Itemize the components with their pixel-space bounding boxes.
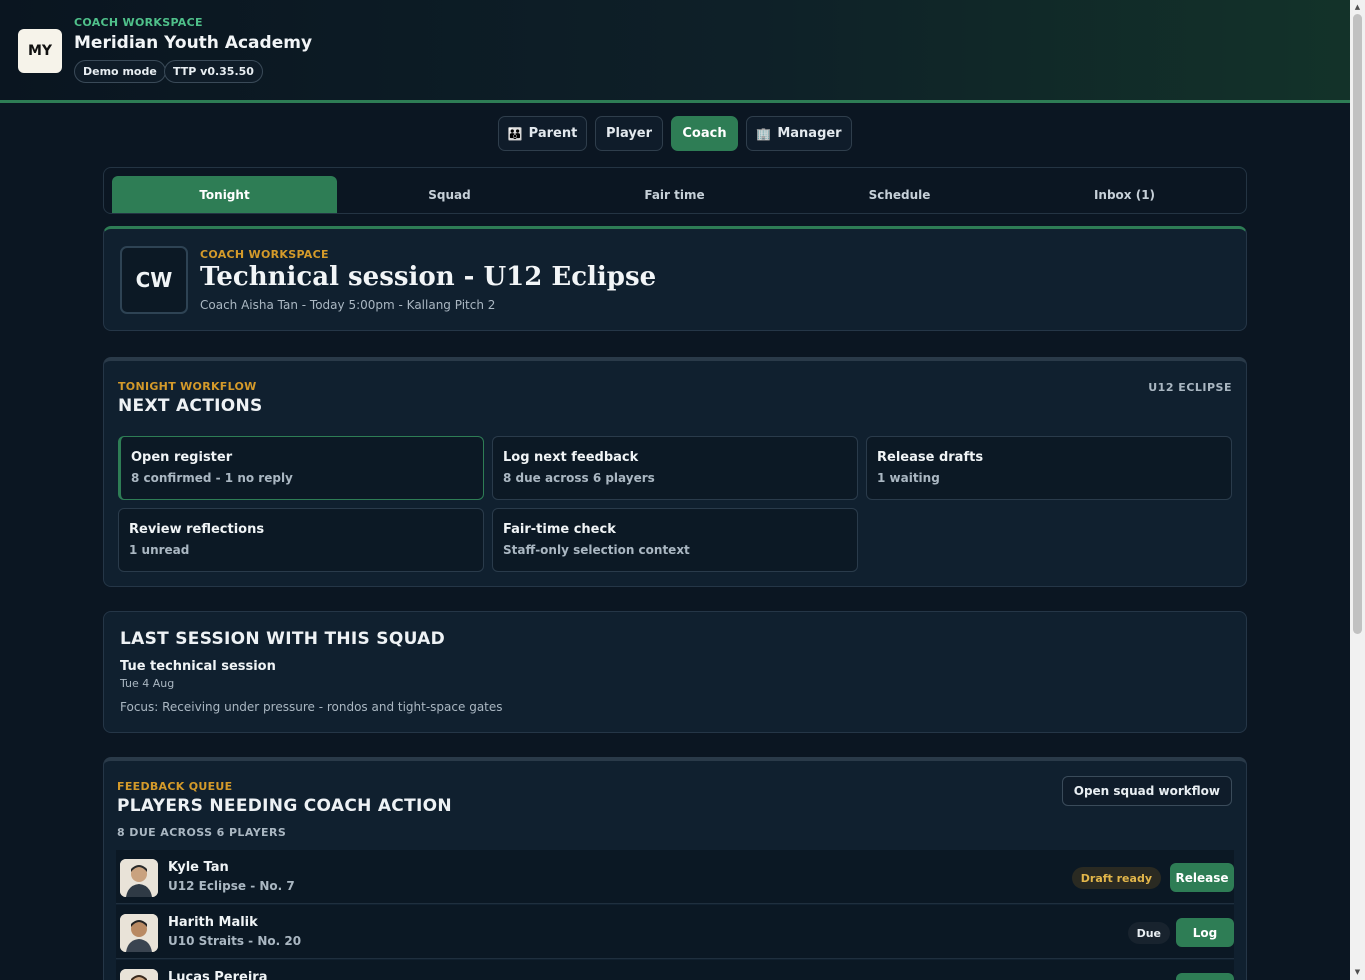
session-meta: Coach Aisha Tan - Today 5:00pm - Kallang… [200, 298, 496, 312]
player-avatar [120, 969, 158, 980]
academy-logo: MY [18, 29, 62, 73]
version-pill: TTP v0.35.50 [164, 60, 263, 83]
scrollbar-thumb[interactable] [1353, 14, 1362, 634]
log-button[interactable]: Log [1176, 918, 1234, 947]
player-team: U12 Eclipse - No. 7 [168, 879, 295, 893]
tab-schedule[interactable]: Schedule [787, 176, 1012, 213]
workflow-card: TONIGHT WORKFLOW NEXT ACTIONS U12 ECLIPS… [103, 357, 1247, 587]
player-name: Lucas Pereira [168, 970, 268, 980]
family-icon: 👪 [507, 126, 523, 141]
last-session-title: LAST SESSION WITH THIS SQUAD [120, 629, 446, 649]
release-button[interactable]: Release [1170, 863, 1234, 892]
action-review-reflections[interactable]: Review reflections 1 unread [118, 508, 484, 572]
tab-tonight[interactable]: Tonight [112, 176, 337, 213]
open-squad-workflow-button[interactable]: Open squad workflow [1061, 776, 1232, 806]
action-release-drafts[interactable]: Release drafts 1 waiting [866, 436, 1232, 500]
page-scrollbar[interactable]: ▲ ▼ [1350, 0, 1365, 980]
workspace-label: COACH WORKSPACE [74, 16, 203, 29]
building-icon: 🏢 [756, 126, 772, 141]
session-card: CW COACH WORKSPACE Technical session - U… [103, 226, 1247, 331]
feedback-summary: 8 DUE ACROSS 6 PLAYERS [117, 826, 287, 839]
tab-inbox[interactable]: Inbox (1) [1012, 176, 1237, 213]
session-title: Technical session - U12 Eclipse [200, 262, 657, 292]
feedback-title: PLAYERS NEEDING COACH ACTION [117, 796, 452, 816]
player-row[interactable]: Harith Malik U10 Straits - No. 20 Due Lo… [116, 905, 1234, 959]
feedback-eyebrow: FEEDBACK QUEUE [117, 780, 233, 793]
player-avatar [120, 914, 158, 952]
status-badge: Draft ready [1071, 867, 1161, 889]
feedback-queue-card: FEEDBACK QUEUE PLAYERS NEEDING COACH ACT… [103, 757, 1247, 980]
action-log-feedback[interactable]: Log next feedback 8 due across 6 players [492, 436, 858, 500]
player-name: Kyle Tan [168, 860, 229, 875]
scroll-down-icon[interactable]: ▼ [1353, 968, 1362, 977]
workflow-title: NEXT ACTIONS [118, 396, 263, 416]
player-row[interactable]: Kyle Tan U12 Eclipse - No. 7 Draft ready… [116, 850, 1234, 904]
player-row[interactable]: Lucas Pereira [116, 960, 1234, 980]
last-session-date: Tue 4 Aug [120, 677, 175, 690]
role-parent-button[interactable]: 👪 Parent [498, 116, 587, 151]
role-player-button[interactable]: Player [595, 116, 663, 151]
last-session-card: LAST SESSION WITH THIS SQUAD Tue technic… [103, 611, 1247, 733]
coach-workspace-badge: CW [120, 246, 188, 314]
player-team: U10 Straits - No. 20 [168, 934, 302, 948]
tab-fair-time[interactable]: Fair time [562, 176, 787, 213]
last-session-name: Tue technical session [120, 659, 276, 674]
workflow-eyebrow: TONIGHT WORKFLOW [118, 380, 257, 393]
scroll-up-icon[interactable]: ▲ [1353, 3, 1362, 12]
player-name: Harith Malik [168, 915, 258, 930]
log-button[interactable] [1176, 973, 1234, 980]
player-avatar [120, 859, 158, 897]
last-session-focus: Focus: Receiving under pressure - rondos… [120, 700, 503, 714]
academy-name: Meridian Youth Academy [74, 33, 313, 53]
demo-mode-pill: Demo mode [74, 60, 166, 83]
action-open-register[interactable]: Open register 8 confirmed - 1 no reply [118, 436, 484, 500]
role-coach-button[interactable]: Coach [671, 116, 738, 151]
status-badge: Due [1127, 922, 1170, 944]
role-manager-button[interactable]: 🏢 Manager [746, 116, 852, 151]
session-eyebrow: COACH WORKSPACE [200, 248, 329, 261]
action-fair-time-check[interactable]: Fair-time check Staff-only selection con… [492, 508, 858, 572]
workspace-tabs: Tonight Squad Fair time Schedule Inbox (… [103, 167, 1247, 214]
tab-squad[interactable]: Squad [337, 176, 562, 213]
app-header: MY COACH WORKSPACE Meridian Youth Academ… [0, 0, 1365, 103]
squad-tag: U12 ECLIPSE [1148, 381, 1232, 394]
